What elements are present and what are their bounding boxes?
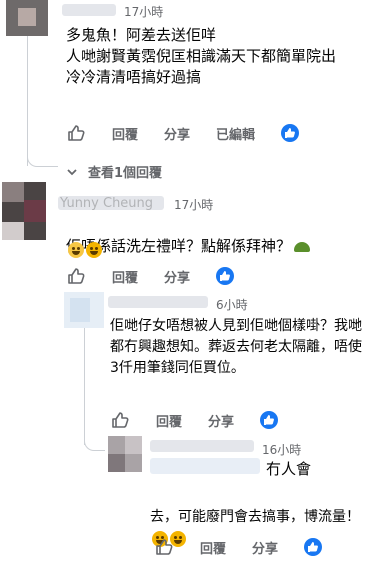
like-icon[interactable] xyxy=(110,410,130,430)
avatar[interactable] xyxy=(64,292,104,328)
redacted-text xyxy=(150,458,260,474)
comment-timestamp[interactable]: 6小時 xyxy=(216,296,248,313)
reply-button[interactable]: 回覆 xyxy=(200,538,226,557)
thread-connector xyxy=(27,130,58,167)
laughing-emoji xyxy=(86,241,102,258)
reaction-emojis xyxy=(66,239,102,258)
share-button[interactable]: 分享 xyxy=(208,411,234,430)
like-icon[interactable] xyxy=(66,123,86,143)
comment-timestamp[interactable]: 17小時 xyxy=(124,3,163,20)
comment-text: 佢唔係話洗左禮咩？點解係拜神？ xyxy=(66,215,366,257)
thread-connector xyxy=(84,420,105,451)
share-button[interactable]: 分享 xyxy=(164,267,190,286)
comment-timestamp[interactable]: 16小時 xyxy=(262,441,301,458)
like-icon[interactable] xyxy=(66,266,86,286)
like-reaction-icon xyxy=(281,124,300,142)
comment-actions: 回覆 分享 已編輯 xyxy=(66,123,300,143)
share-button[interactable]: 分享 xyxy=(164,124,190,143)
commenter-name[interactable] xyxy=(150,440,254,452)
share-button[interactable]: 分享 xyxy=(252,538,278,557)
comment-actions: 回覆 分享 xyxy=(66,266,235,286)
comment-text: 冇人會 xyxy=(266,460,312,478)
turtle-emoji xyxy=(294,241,311,252)
commenter-name[interactable] xyxy=(108,296,208,308)
comment-actions: 回覆 分享 xyxy=(110,410,279,430)
comment-text-rest: 去，可能廢門會去搞事，博流量！ xyxy=(150,509,360,525)
reply-button[interactable]: 回覆 xyxy=(156,411,182,430)
like-reaction-icon xyxy=(216,267,235,285)
avatar[interactable] xyxy=(6,0,48,36)
view-replies-button[interactable]: 查看1個回覆 xyxy=(66,162,162,181)
avatar[interactable] xyxy=(2,182,46,240)
commenter-name-text[interactable]: Yunny Cheung xyxy=(60,196,153,211)
view-replies-label: 查看1個回覆 xyxy=(88,166,163,181)
comment-text: 佢哋仔女唔想被人見到佢哋個樣啩？我哋都冇興趣想知￼。葬返去何老太隔離，唔使3仟用… xyxy=(110,318,362,376)
comment-actions: 回覆 分享 xyxy=(154,537,323,557)
like-icon[interactable] xyxy=(154,537,174,557)
reply-button[interactable]: 回覆 xyxy=(112,124,138,143)
avatar[interactable] xyxy=(108,436,142,472)
like-reaction-icon xyxy=(304,538,323,556)
like-reaction-icon xyxy=(260,411,279,429)
comment-text: 多鬼魚！阿差去送佢咩 人哋謝賢黃霑倪匡相識滿天下都簡單院出 冷冷清清唔搞好過搞 xyxy=(66,26,337,86)
surprised-emoji xyxy=(68,241,84,258)
commenter-name[interactable] xyxy=(62,4,116,16)
chevron-down-icon xyxy=(67,168,77,175)
reply-button[interactable]: 回覆 xyxy=(112,267,138,286)
comment-timestamp[interactable]: 17小時 xyxy=(174,196,213,213)
edited-label: 已編輯 xyxy=(216,127,256,143)
